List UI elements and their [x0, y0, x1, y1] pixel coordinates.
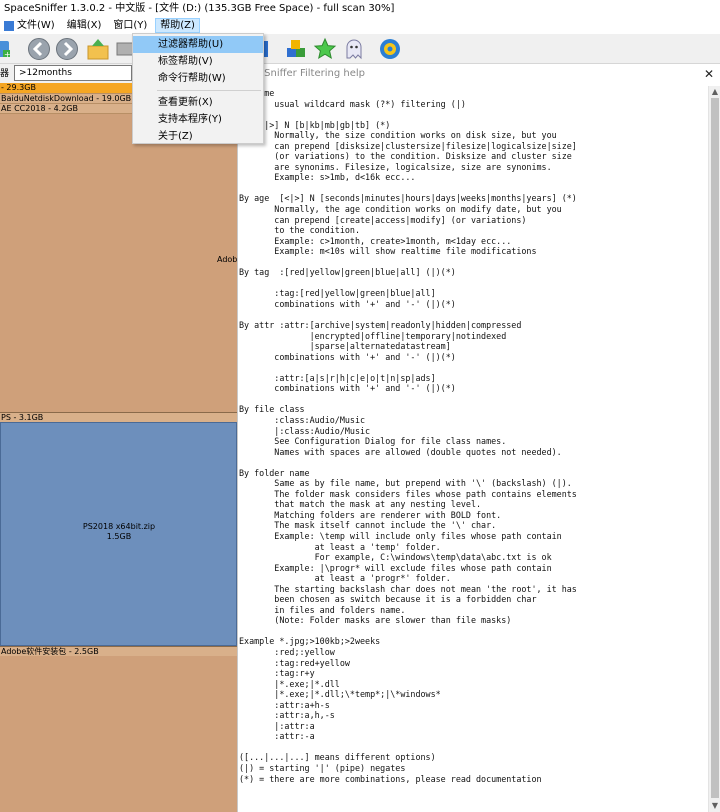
help-text: le name usual wildcard mask (?*) filteri… — [239, 88, 577, 784]
treemap-ps-zip[interactable]: PS2018 x64bit.zip 1.5GB — [0, 422, 237, 646]
scroll-down-arrow-icon[interactable]: ▼ — [709, 800, 720, 812]
menu-separator — [157, 90, 261, 91]
filter-help-window: eSniffer Filtering help ✕ le name usual … — [237, 64, 720, 812]
menu-bar: 文件(W) 编辑(X) 窗口(Y) 帮助(Z) — [0, 17, 720, 34]
home-folder-icon[interactable] — [86, 37, 110, 61]
treemap-adob-label: Adob — [217, 255, 238, 264]
treemap-adobe-pkg-body[interactable] — [0, 656, 237, 812]
star-icon[interactable] — [313, 37, 337, 61]
treemap-ps-zip-name: PS2018 x64bit.zip — [82, 522, 156, 531]
menu-tag-help[interactable]: 标签帮助(V) — [133, 53, 263, 70]
scroll-thumb[interactable] — [711, 98, 719, 798]
menu-edit[interactable]: 编辑(X) — [63, 18, 106, 33]
menu-window[interactable]: 窗口(Y) — [109, 18, 151, 33]
app-icon — [4, 20, 14, 31]
settings-gear-icon[interactable] — [378, 37, 402, 61]
treemap-ps-zip-size: 1.5GB — [106, 532, 132, 541]
menu-about[interactable]: 关于(Z) — [133, 128, 263, 145]
app-window: SpaceSniffer 1.3.0.2 - 中文版 - [文件 (D:) (1… — [0, 0, 720, 812]
close-icon[interactable]: ✕ — [704, 67, 714, 81]
svg-text:+: + — [4, 50, 11, 59]
toolbar: + — [0, 34, 720, 64]
treemap-adobe-pkg-header[interactable]: Adobe软件安装包 - 2.5GB — [0, 646, 237, 656]
window-title: SpaceSniffer 1.3.0.2 - 中文版 - [文件 (D:) (1… — [0, 0, 720, 17]
menu-support[interactable]: 支持本程序(Y) — [133, 111, 263, 128]
menu-edit-label: 编辑(X) — [66, 20, 102, 31]
menu-file-label: 文件(W) — [17, 20, 55, 31]
treemap[interactable]: - 29.3GB BaiduNetdiskDownload - 19.0GB A… — [0, 83, 237, 812]
menu-cmdline-help[interactable]: 命令行帮助(W) — [133, 70, 263, 87]
menu-help-label: 帮助(Z) — [160, 20, 195, 31]
treemap-ae-body[interactable]: Adob — [0, 113, 237, 412]
back-icon[interactable] — [27, 37, 51, 61]
ghost-icon[interactable] — [342, 37, 366, 61]
menu-filter-help[interactable]: 过滤器帮助(U) — [133, 36, 263, 53]
menu-help[interactable]: 帮助(Z) — [155, 18, 200, 33]
help-scrollbar[interactable]: ▲ ▼ — [708, 86, 720, 812]
help-content: le name usual wildcard mask (?*) filteri… — [238, 86, 709, 812]
filter-label: 器 — [0, 69, 10, 79]
refresh-icon[interactable]: + — [0, 37, 12, 61]
scroll-up-arrow-icon[interactable]: ▲ — [709, 86, 720, 98]
menu-window-label: 窗口(Y) — [113, 20, 148, 31]
menu-check-updates[interactable]: 查看更新(X) — [133, 94, 263, 111]
treemap-root-label: - 29.3GB — [1, 83, 36, 92]
help-window-title: eSniffer Filtering help — [238, 64, 720, 84]
help-dropdown-menu: 过滤器帮助(U) 标签帮助(V) 命令行帮助(W) 查看更新(X) 支持本程序(… — [132, 33, 264, 144]
cubes-icon[interactable] — [284, 37, 308, 61]
filter-input[interactable]: >12months — [14, 65, 132, 81]
menu-file[interactable]: 文件(W) — [0, 18, 59, 33]
forward-icon[interactable] — [55, 37, 79, 61]
treemap-ps-header[interactable]: PS - 3.1GB — [0, 412, 237, 422]
